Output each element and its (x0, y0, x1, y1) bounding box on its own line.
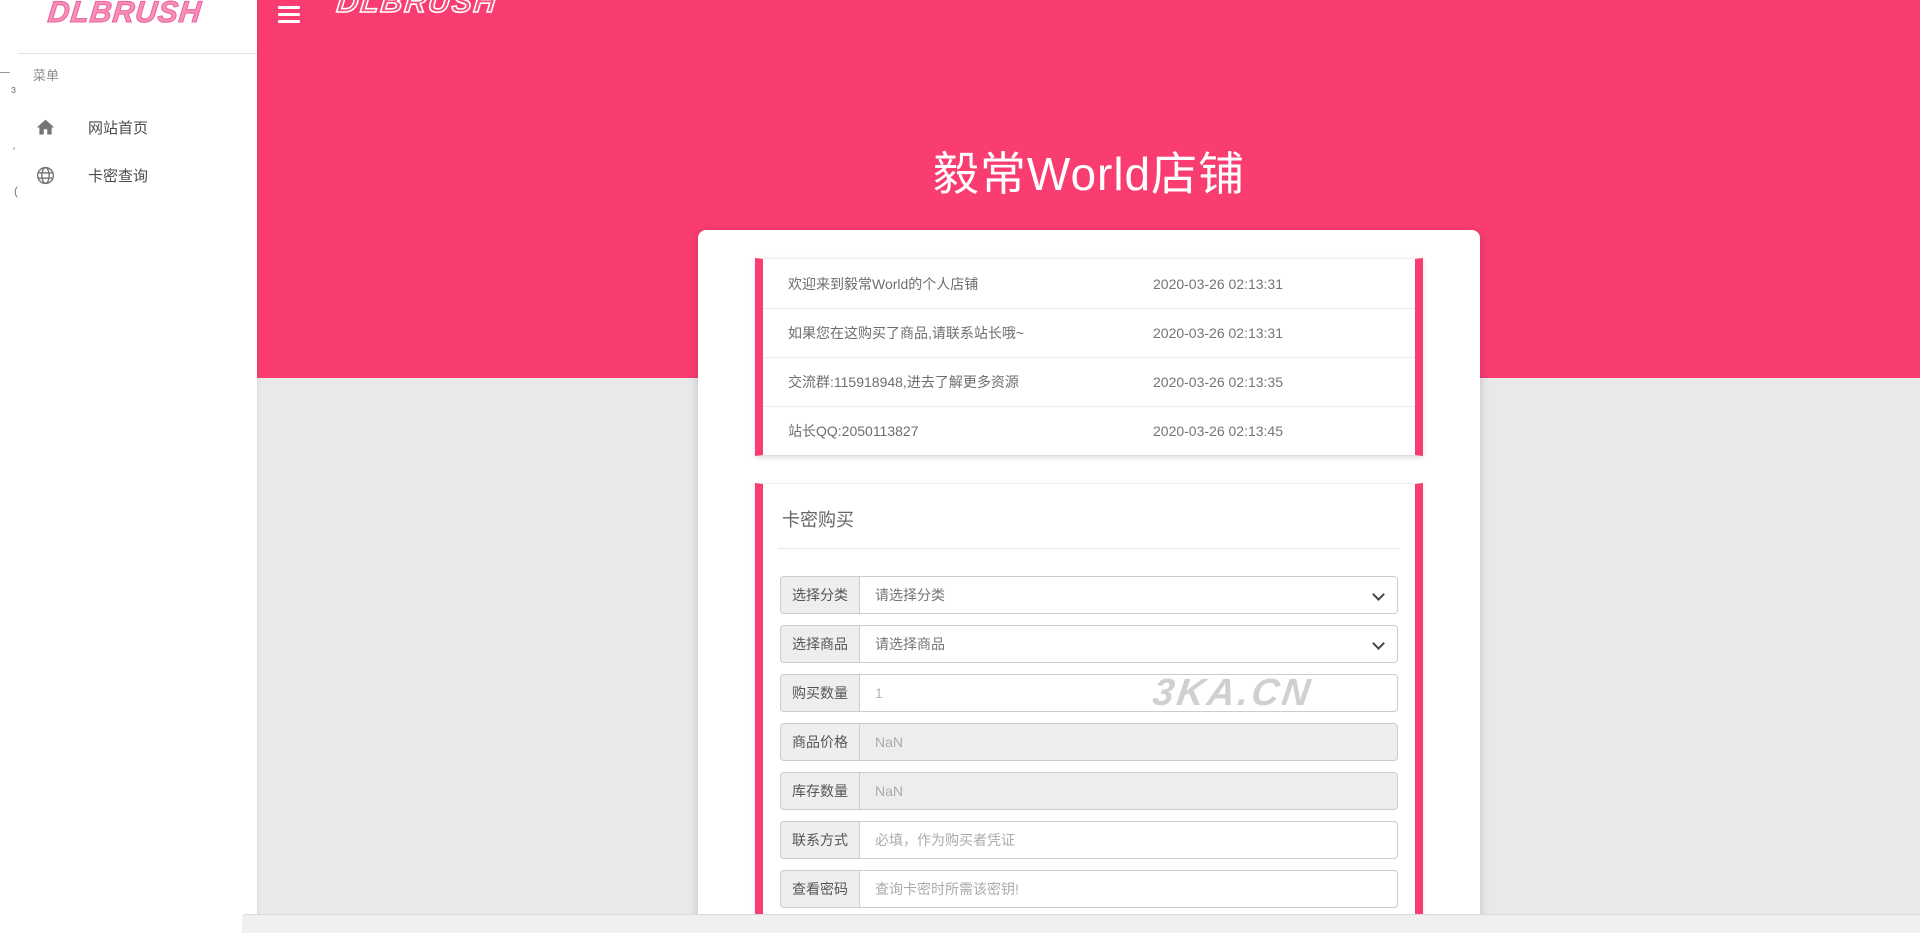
price-input (860, 724, 1397, 760)
stock-field-group: 库存数量 (780, 772, 1398, 810)
quantity-input[interactable] (860, 675, 1397, 711)
purchase-panel: 卡密购买 选择分类 请选择分类 选择商品 请选择商品 (755, 483, 1423, 933)
product-select[interactable]: 请选择商品 (859, 625, 1398, 663)
hamburger-menu-icon[interactable] (278, 6, 300, 23)
price-field-label: 商品价格 (780, 723, 859, 761)
edge-artifact-line (0, 72, 10, 73)
globe-icon (35, 165, 56, 186)
purchase-title: 卡密购买 (782, 506, 1415, 532)
query-password-field-group: 查看密码 (780, 870, 1398, 908)
query-password-field (859, 870, 1398, 908)
stock-field (859, 772, 1398, 810)
divider (18, 53, 257, 54)
announcement-time: 2020-03-26 02:13:31 (1153, 276, 1283, 292)
header-logo[interactable]: DLBRUSH (335, 0, 499, 20)
stock-field-label: 库存数量 (780, 772, 859, 810)
announcement-text: 站长QQ:2050113827 (763, 421, 1153, 441)
category-select-value: 请选择分类 (860, 585, 945, 605)
bottom-strip (242, 914, 1920, 933)
home-icon (35, 117, 56, 138)
sidebar-item-card-query[interactable]: 卡密查询 (0, 153, 257, 197)
product-field-label: 选择商品 (780, 625, 859, 663)
announcement-time: 2020-03-26 02:13:35 (1153, 374, 1283, 390)
watermark: 3KA.CN (1150, 672, 1316, 715)
contact-field-group: 联系方式 (780, 821, 1398, 859)
divider (778, 548, 1400, 549)
announcement-text: 交流群:115918948,进去了解更多资源 (763, 372, 1153, 392)
announcement-time: 2020-03-26 02:13:45 (1153, 423, 1283, 439)
category-field-label: 选择分类 (780, 576, 859, 614)
product-field-group: 选择商品 请选择商品 (780, 625, 1398, 663)
chevron-down-icon (1372, 588, 1385, 601)
announcement-text: 如果您在这购买了商品,请联系站长哦~ (763, 323, 1153, 343)
announcement-row: 站长QQ:2050113827 2020-03-26 02:13:45 (763, 406, 1415, 455)
edge-artifact-glyph: ɜ (11, 84, 16, 96)
query-password-input[interactable] (860, 871, 1397, 907)
sidebar-item-label: 卡密查询 (88, 165, 148, 186)
announcement-table: 欢迎来到毅常World的个人店铺 2020-03-26 02:13:31 如果您… (755, 258, 1423, 456)
stock-input (860, 773, 1397, 809)
contact-field (859, 821, 1398, 859)
menu-section-label: 菜单 (33, 65, 59, 84)
announcement-row: 交流群:115918948,进去了解更多资源 2020-03-26 02:13:… (763, 357, 1415, 406)
quantity-field (859, 674, 1398, 712)
quantity-field-label: 购买数量 (780, 674, 859, 712)
edge-artifact-glyph: ( (14, 184, 18, 198)
contact-input[interactable] (860, 822, 1397, 858)
sidebar-logo[interactable]: DLBRUSH (46, 0, 203, 30)
chevron-down-icon (1372, 637, 1385, 650)
category-select[interactable]: 请选择分类 (859, 576, 1398, 614)
edge-artifact-glyph: ' (13, 146, 15, 158)
query-password-field-label: 查看密码 (780, 870, 859, 908)
sidebar-item-label: 网站首页 (88, 117, 148, 138)
sidebar-item-home[interactable]: 网站首页 (0, 105, 257, 149)
category-field-group: 选择分类 请选择分类 (780, 576, 1398, 614)
contact-field-label: 联系方式 (780, 821, 859, 859)
price-field (859, 723, 1398, 761)
announcement-row: 欢迎来到毅常World的个人店铺 2020-03-26 02:13:31 (763, 259, 1415, 308)
announcement-time: 2020-03-26 02:13:31 (1153, 325, 1283, 341)
shop-card: 欢迎来到毅常World的个人店铺 2020-03-26 02:13:31 如果您… (698, 230, 1480, 933)
product-select-value: 请选择商品 (860, 634, 945, 654)
page: DLBRUSH 毅常World店铺 欢迎来到毅常World的个人店铺 2020-… (0, 0, 1920, 933)
announcement-text: 欢迎来到毅常World的个人店铺 (763, 274, 1153, 294)
announcement-row: 如果您在这购买了商品,请联系站长哦~ 2020-03-26 02:13:31 (763, 308, 1415, 357)
shop-title: 毅常World店铺 (933, 138, 1245, 204)
price-field-group: 商品价格 (780, 723, 1398, 761)
purchase-form: 选择分类 请选择分类 选择商品 请选择商品 购买数量 (763, 576, 1415, 908)
sidebar: DLBRUSH 菜单 网站首页 卡密查询 (0, 0, 257, 933)
